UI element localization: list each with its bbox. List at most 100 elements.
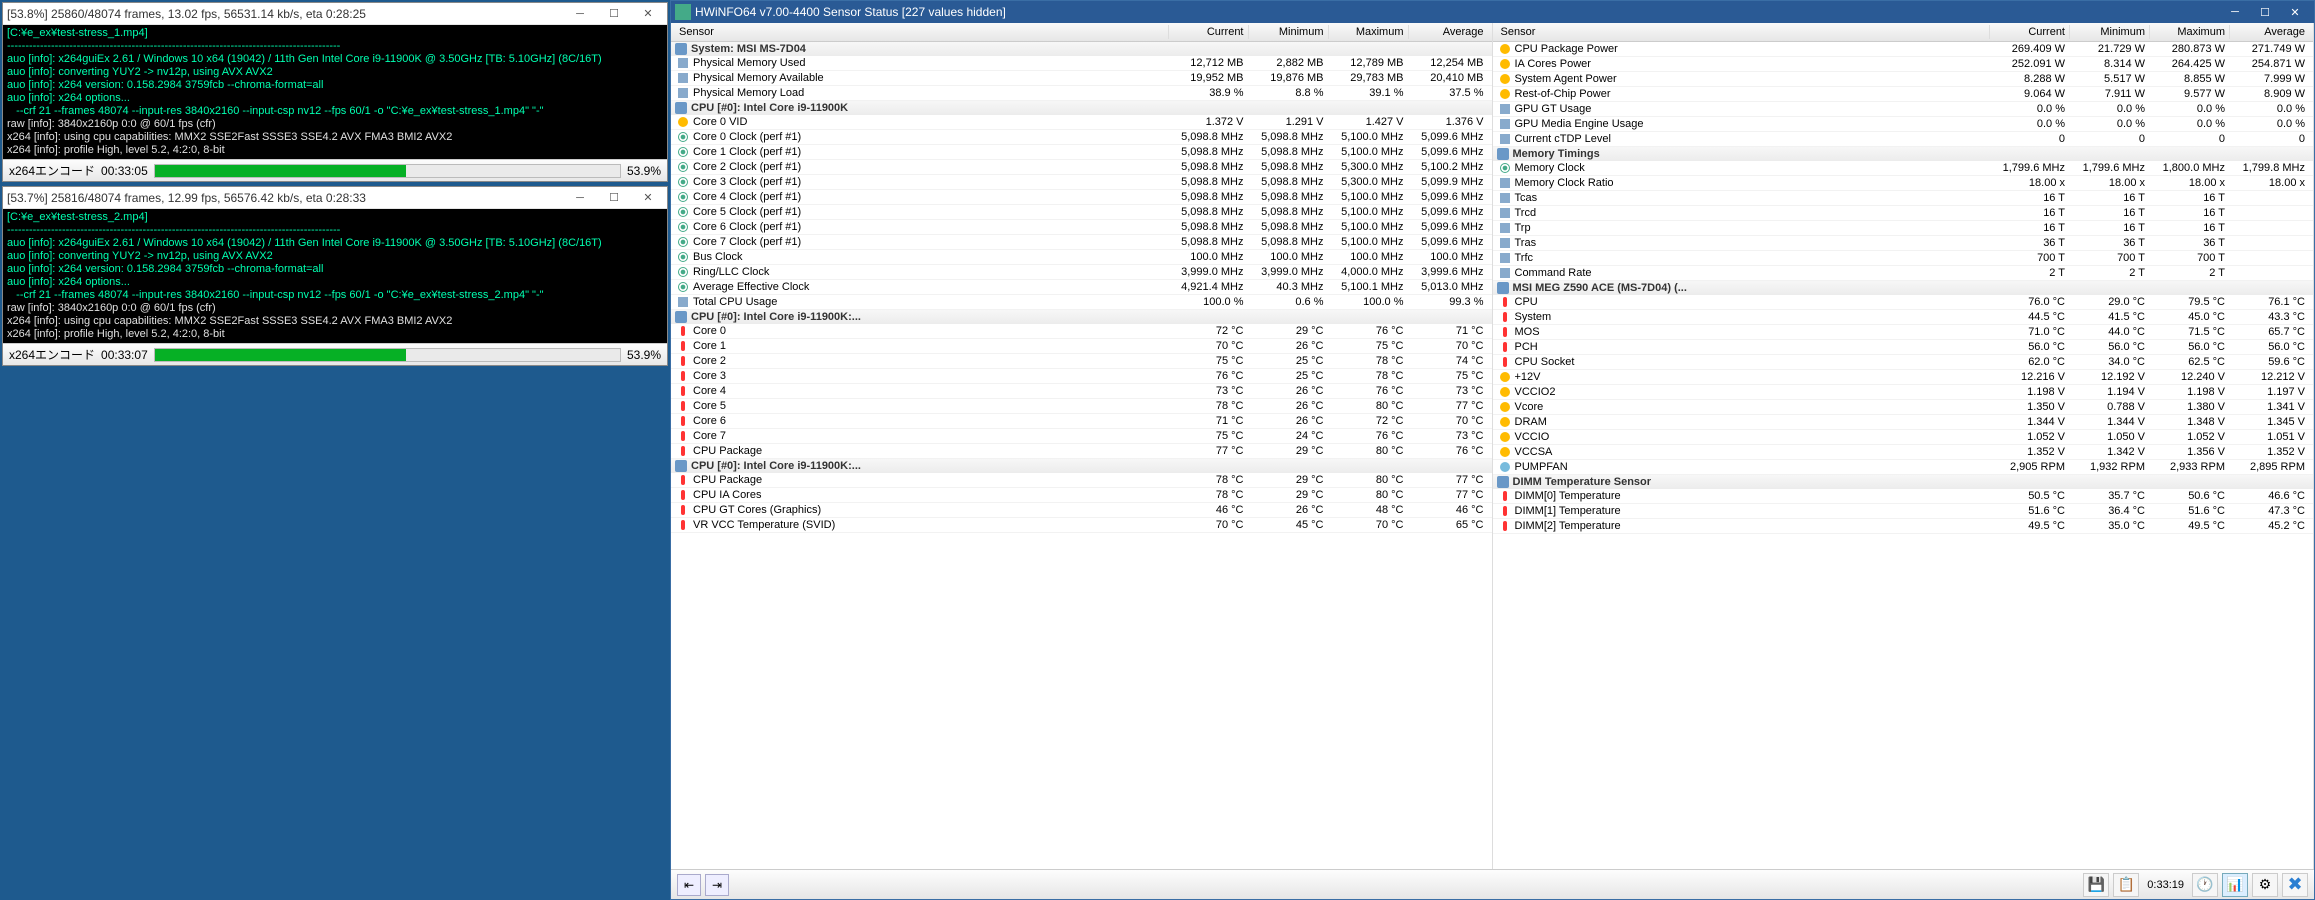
sensor-row[interactable]: Ring/LLC Clock 3,999.0 MHz 3,999.0 MHz 4…	[671, 265, 1492, 280]
header-average[interactable]: Average	[1408, 25, 1488, 39]
sensor-row[interactable]: Core 0 72 °C 29 °C 76 °C 71 °C	[671, 324, 1492, 339]
minimize-button[interactable]: ─	[2220, 3, 2250, 21]
sensor-row[interactable]: DIMM[0] Temperature 50.5 °C 35.7 °C 50.6…	[1493, 489, 2314, 504]
settings-button[interactable]: ⚙	[2252, 873, 2278, 897]
sensor-row[interactable]: CPU GT Cores (Graphics) 46 °C 26 °C 48 °…	[671, 503, 1492, 518]
nav-next-button[interactable]: ⇥	[705, 874, 729, 896]
sensor-row[interactable]: Memory Clock Ratio 18.00 x 18.00 x 18.00…	[1493, 176, 2314, 191]
sensor-row[interactable]: Memory Clock 1,799.6 MHz 1,799.6 MHz 1,8…	[1493, 161, 2314, 176]
sensor-row[interactable]: GPU Media Engine Usage 0.0 % 0.0 % 0.0 %…	[1493, 117, 2314, 132]
sensor-group[interactable]: CPU [#0]: Intel Core i9-11900K:...	[671, 459, 1492, 473]
sensor-row[interactable]: Tras 36 T 36 T 36 T	[1493, 236, 2314, 251]
sensor-row[interactable]: Core 1 70 °C 26 °C 75 °C 70 °C	[671, 339, 1492, 354]
clock-button[interactable]: 🕐	[2192, 873, 2218, 897]
sensor-row[interactable]: Core 4 Clock (perf #1) 5,098.8 MHz 5,098…	[671, 190, 1492, 205]
sensor-row[interactable]: Physical Memory Load 38.9 % 8.8 % 39.1 %…	[671, 86, 1492, 101]
header-sensor[interactable]: Sensor	[1497, 25, 1990, 39]
sensor-row[interactable]: Average Effective Clock 4,921.4 MHz 40.3…	[671, 280, 1492, 295]
sensor-row[interactable]: Core 2 Clock (perf #1) 5,098.8 MHz 5,098…	[671, 160, 1492, 175]
sensor-row[interactable]: CPU Package Power 269.409 W 21.729 W 280…	[1493, 42, 2314, 57]
close-button[interactable]: ✕	[633, 189, 663, 207]
sensor-row[interactable]: PUMPFAN 2,905 RPM 1,932 RPM 2,933 RPM 2,…	[1493, 460, 2314, 475]
header-current[interactable]: Current	[1168, 25, 1248, 39]
sensor-row[interactable]: Total CPU Usage 100.0 % 0.6 % 100.0 % 99…	[671, 295, 1492, 310]
sensor-group[interactable]: CPU [#0]: Intel Core i9-11900K	[671, 101, 1492, 115]
sensor-row[interactable]: Vcore 1.350 V 0.788 V 1.380 V 1.341 V	[1493, 400, 2314, 415]
header-current[interactable]: Current	[1989, 25, 2069, 39]
view-mode-button[interactable]: 📊	[2222, 873, 2248, 897]
sensor-row[interactable]: System 44.5 °C 41.5 °C 45.0 °C 43.3 °C	[1493, 310, 2314, 325]
header-maximum[interactable]: Maximum	[1328, 25, 1408, 39]
maximize-button[interactable]: ☐	[2250, 3, 2280, 21]
sensor-row[interactable]: VCCSA 1.352 V 1.342 V 1.356 V 1.352 V	[1493, 445, 2314, 460]
sensor-group[interactable]: System: MSI MS-7D04	[671, 42, 1492, 56]
sensor-row[interactable]: VCCIO 1.052 V 1.050 V 1.052 V 1.051 V	[1493, 430, 2314, 445]
maximize-button[interactable]: ☐	[599, 5, 629, 23]
sensor-row[interactable]: MOS 71.0 °C 44.0 °C 71.5 °C 65.7 °C	[1493, 325, 2314, 340]
header-maximum[interactable]: Maximum	[2149, 25, 2229, 39]
console-output[interactable]: [C:¥e_ex¥test-stress_1.mp4]-------------…	[3, 25, 667, 159]
sensor-row[interactable]: VR VCC Temperature (SVID) 70 °C 45 °C 70…	[671, 518, 1492, 533]
copy-button[interactable]: 📋	[2113, 873, 2139, 897]
sensor-panel-left[interactable]: Sensor Current Minimum Maximum Average S…	[671, 23, 1493, 869]
sensor-row[interactable]: GPU GT Usage 0.0 % 0.0 % 0.0 % 0.0 %	[1493, 102, 2314, 117]
sensor-row[interactable]: Core 7 75 °C 24 °C 76 °C 73 °C	[671, 429, 1492, 444]
sensor-row[interactable]: Current cTDP Level 0 0 0 0	[1493, 132, 2314, 147]
sensor-row[interactable]: Core 6 Clock (perf #1) 5,098.8 MHz 5,098…	[671, 220, 1492, 235]
header-average[interactable]: Average	[2229, 25, 2309, 39]
sensor-row[interactable]: Core 2 75 °C 25 °C 78 °C 74 °C	[671, 354, 1492, 369]
sensor-row[interactable]: DRAM 1.344 V 1.344 V 1.348 V 1.345 V	[1493, 415, 2314, 430]
sensor-row[interactable]: Core 3 76 °C 25 °C 78 °C 75 °C	[671, 369, 1492, 384]
minimize-button[interactable]: ─	[565, 5, 595, 23]
sensor-row[interactable]: Command Rate 2 T 2 T 2 T	[1493, 266, 2314, 281]
sensor-row[interactable]: CPU Package 78 °C 29 °C 80 °C 77 °C	[671, 473, 1492, 488]
sensor-row[interactable]: Trcd 16 T 16 T 16 T	[1493, 206, 2314, 221]
sensor-row[interactable]: PCH 56.0 °C 56.0 °C 56.0 °C 56.0 °C	[1493, 340, 2314, 355]
sensor-row[interactable]: DIMM[1] Temperature 51.6 °C 36.4 °C 51.6…	[1493, 504, 2314, 519]
sensor-row[interactable]: Trp 16 T 16 T 16 T	[1493, 221, 2314, 236]
sensor-row[interactable]: Rest-of-Chip Power 9.064 W 7.911 W 9.577…	[1493, 87, 2314, 102]
sensor-group[interactable]: MSI MEG Z590 ACE (MS-7D04) (...	[1493, 281, 2314, 295]
close-button[interactable]: ✕	[633, 5, 663, 23]
sensor-row[interactable]: Tcas 16 T 16 T 16 T	[1493, 191, 2314, 206]
close-button[interactable]: ✕	[2280, 3, 2310, 21]
sensor-group[interactable]: Memory Timings	[1493, 147, 2314, 161]
sensor-row[interactable]: Core 3 Clock (perf #1) 5,098.8 MHz 5,098…	[671, 175, 1492, 190]
maximize-button[interactable]: ☐	[599, 189, 629, 207]
sensor-row[interactable]: Core 5 Clock (perf #1) 5,098.8 MHz 5,098…	[671, 205, 1492, 220]
sensor-row[interactable]: Core 6 71 °C 26 °C 72 °C 70 °C	[671, 414, 1492, 429]
header-minimum[interactable]: Minimum	[2069, 25, 2149, 39]
nav-first-button[interactable]: ⇤	[677, 874, 701, 896]
sensor-group[interactable]: CPU [#0]: Intel Core i9-11900K:...	[671, 310, 1492, 324]
close-icon[interactable]: ✖	[2282, 873, 2308, 897]
titlebar[interactable]: HWiNFO64 v7.00-4400 Sensor Status [227 v…	[671, 1, 2314, 23]
sensor-row[interactable]: Core 5 78 °C 26 °C 80 °C 77 °C	[671, 399, 1492, 414]
sensor-row[interactable]: Core 0 VID 1.372 V 1.291 V 1.427 V 1.376…	[671, 115, 1492, 130]
minimize-button[interactable]: ─	[565, 189, 595, 207]
sensor-row[interactable]: Physical Memory Available 19,952 MB 19,8…	[671, 71, 1492, 86]
sensor-row[interactable]: Trfc 700 T 700 T 700 T	[1493, 251, 2314, 266]
sensor-row[interactable]: Bus Clock 100.0 MHz 100.0 MHz 100.0 MHz …	[671, 250, 1492, 265]
sensor-panel-right[interactable]: Sensor Current Minimum Maximum Average C…	[1493, 23, 2315, 869]
save-button[interactable]: 💾	[2083, 873, 2109, 897]
header-minimum[interactable]: Minimum	[1248, 25, 1328, 39]
sensor-group[interactable]: DIMM Temperature Sensor	[1493, 475, 2314, 489]
sensor-row[interactable]: Core 0 Clock (perf #1) 5,098.8 MHz 5,098…	[671, 130, 1492, 145]
sensor-row[interactable]: Physical Memory Used 12,712 MB 2,882 MB …	[671, 56, 1492, 71]
titlebar[interactable]: [53.7%] 25816/48074 frames, 12.99 fps, 5…	[3, 187, 667, 209]
titlebar[interactable]: [53.8%] 25860/48074 frames, 13.02 fps, 5…	[3, 3, 667, 25]
sensor-row[interactable]: CPU 76.0 °C 29.0 °C 79.5 °C 76.1 °C	[1493, 295, 2314, 310]
sensor-row[interactable]: +12V 12.216 V 12.192 V 12.240 V 12.212 V	[1493, 370, 2314, 385]
sensor-row[interactable]: Core 4 73 °C 26 °C 76 °C 73 °C	[671, 384, 1492, 399]
sensor-row[interactable]: CPU IA Cores 78 °C 29 °C 80 °C 77 °C	[671, 488, 1492, 503]
header-sensor[interactable]: Sensor	[675, 25, 1168, 39]
sensor-row[interactable]: Core 7 Clock (perf #1) 5,098.8 MHz 5,098…	[671, 235, 1492, 250]
sensor-row[interactable]: VCCIO2 1.198 V 1.194 V 1.198 V 1.197 V	[1493, 385, 2314, 400]
console-output[interactable]: [C:¥e_ex¥test-stress_2.mp4]-------------…	[3, 209, 667, 343]
sensor-row[interactable]: DIMM[2] Temperature 49.5 °C 35.0 °C 49.5…	[1493, 519, 2314, 534]
sensor-row[interactable]: CPU Package 77 °C 29 °C 80 °C 76 °C	[671, 444, 1492, 459]
sensor-row[interactable]: IA Cores Power 252.091 W 8.314 W 264.425…	[1493, 57, 2314, 72]
sensor-row[interactable]: System Agent Power 8.288 W 5.517 W 8.855…	[1493, 72, 2314, 87]
sensor-row[interactable]: CPU Socket 62.0 °C 34.0 °C 62.5 °C 59.6 …	[1493, 355, 2314, 370]
sensor-row[interactable]: Core 1 Clock (perf #1) 5,098.8 MHz 5,098…	[671, 145, 1492, 160]
